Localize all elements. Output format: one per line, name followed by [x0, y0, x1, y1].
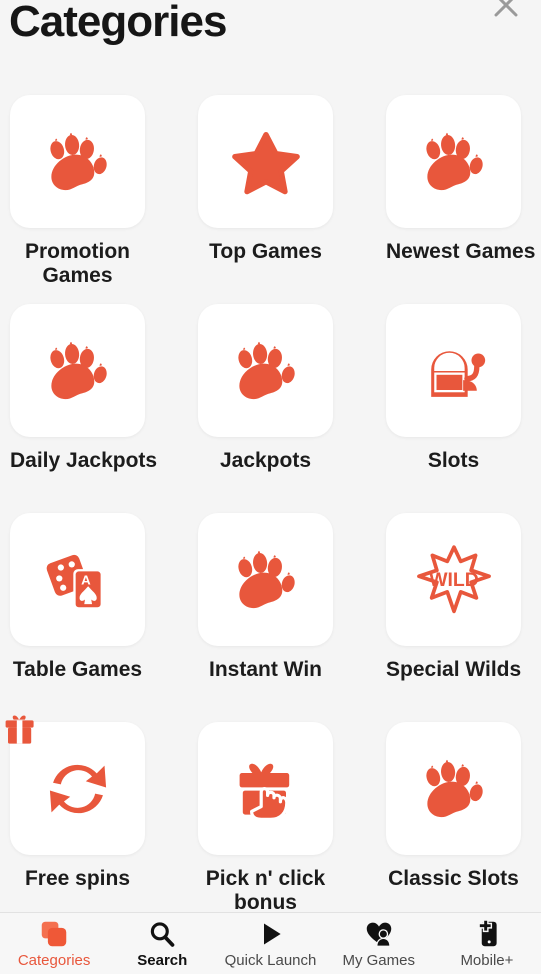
category-cell: Jackpots [198, 304, 333, 473]
category-label: Classic Slots [388, 867, 519, 890]
close-icon[interactable] [489, 0, 523, 22]
category-label: Newest Games [386, 240, 536, 263]
category-tile-slots[interactable] [386, 304, 521, 437]
category-cell: Top Games [198, 95, 333, 264]
gift-click-icon [224, 749, 308, 829]
wild-burst-text: WILD [429, 568, 479, 590]
header: Categories [0, 0, 541, 88]
gift-icon [0, 710, 40, 750]
slot-machine-icon [416, 333, 492, 409]
category-tile-pick-n-click-bonus[interactable] [198, 722, 333, 855]
category-tile-table-games[interactable]: A [10, 513, 145, 646]
category-cell: Slots [386, 304, 521, 473]
category-label: Instant Win [209, 658, 322, 681]
category-tile-instant-win[interactable] [198, 513, 333, 646]
grid-row: Promotion Games Top Games Newest Games [0, 95, 541, 304]
mobile-plus-icon [473, 919, 501, 949]
paw-icon [41, 125, 115, 199]
nav-label: Categories [17, 951, 91, 969]
wild-burst-icon: WILD [413, 541, 495, 619]
category-cell: Newest Games [386, 95, 536, 264]
grid-row: Daily Jackpots Jackpots Slots [0, 304, 541, 513]
category-label: Free spins [24, 867, 131, 890]
category-cell: Free spins [5, 715, 145, 891]
nav-label: Search [137, 951, 188, 969]
category-cell: Classic Slots [386, 722, 521, 891]
nav-item-search[interactable]: Search [108, 913, 216, 974]
layers-icon [40, 919, 68, 949]
category-cell: WILD Special Wilds [386, 513, 521, 682]
paw-icon [417, 752, 491, 826]
category-cell: Instant Win [198, 513, 333, 682]
category-tile-jackpots[interactable] [198, 304, 333, 437]
category-label: Pick n' click bonus [205, 867, 326, 914]
paw-icon [41, 334, 115, 408]
star-icon [228, 124, 304, 200]
category-cell: A Table Games [10, 513, 145, 682]
category-cell: Pick n' click bonus [198, 722, 333, 915]
category-grid: Promotion Games Top Games Newest Games D… [0, 95, 541, 931]
svg-text:A: A [81, 572, 91, 587]
paw-icon [229, 334, 303, 408]
nav-label: My Games [342, 951, 415, 969]
category-label: Table Games [12, 658, 143, 681]
spin-arrows-icon [37, 750, 119, 828]
category-label: Promotion Games [25, 240, 130, 287]
paw-icon [417, 125, 491, 199]
category-tile-special-wilds[interactable]: WILD [386, 513, 521, 646]
grid-row: Free spins Pick n' click bonus Classic S… [0, 715, 541, 931]
heart-person-icon [365, 919, 393, 949]
category-tile-classic-slots[interactable] [386, 722, 521, 855]
page-title: Categories [9, 0, 227, 46]
category-tile-newest-games[interactable] [386, 95, 521, 228]
nav-item-my-games[interactable]: My Games [325, 913, 433, 974]
category-label: Slots [427, 449, 480, 472]
grid-row: A Table Games Instant Win WILD Special W… [0, 513, 541, 722]
play-icon [257, 919, 285, 949]
category-label: Jackpots [219, 449, 312, 472]
nav-item-quick-launch[interactable]: Quick Launch [216, 913, 324, 974]
category-label: Daily Jackpots [10, 449, 158, 472]
dice-and-card-icon: A [39, 541, 117, 619]
category-tile-daily-jackpots[interactable] [10, 304, 145, 437]
category-cell: Promotion Games [10, 95, 145, 288]
bottom-navigation: Categories Search Quick Launch My Games … [0, 912, 541, 974]
nav-label: Quick Launch [224, 951, 317, 969]
nav-item-categories[interactable]: Categories [0, 913, 108, 974]
nav-label: Mobile+ [460, 951, 514, 969]
category-tile-free-spins[interactable] [5, 715, 145, 855]
category-cell: Daily Jackpots [10, 304, 158, 473]
category-tile-promotion-games[interactable] [10, 95, 145, 228]
category-label: Special Wilds [386, 658, 522, 681]
categories-screen: Categories Promotion Games Top Games New… [0, 0, 541, 974]
search-icon [148, 919, 176, 949]
paw-icon [229, 543, 303, 617]
category-tile-top-games[interactable] [198, 95, 333, 228]
category-label: Top Games [209, 240, 322, 263]
nav-item-mobile-plus[interactable]: Mobile+ [433, 913, 541, 974]
